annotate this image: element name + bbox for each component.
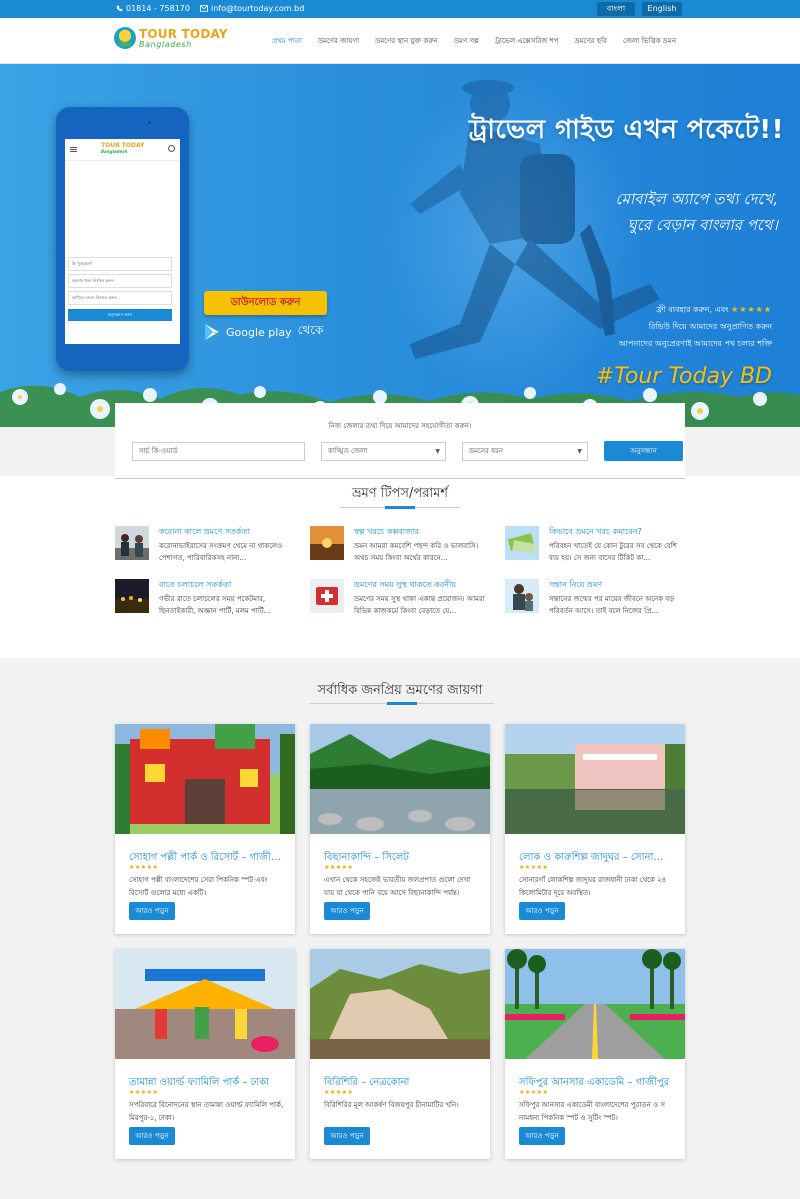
hero-headline: ট্রাভেল গাইড এখন পকেটে!! [468,115,784,145]
read-more-button[interactable]: আরও পড়ুন [324,1127,370,1145]
envelope-icon [199,5,208,12]
nav-menu: প্রথম পাতা ভ্রমণের জায়গা ভ্রমণের স্থান … [272,18,676,64]
main-nav: TOUR TODAY Bangladesh প্রথম পাতা ভ্রমণের… [0,18,800,64]
place-card[interactable]: বিরিশিরি – নেত্রকোনা ★★★★★ বিরিশিরির মূল… [310,949,490,1159]
nav-item-places[interactable]: ভ্রমণের জায়গা [318,35,359,47]
search-panel: নিজ জেলার তথ্য দিয়ে আমাদের সহযোগীতা করু… [115,403,685,476]
nav-item-stories[interactable]: ভ্রমণ গল্প [454,35,479,47]
place-card[interactable]: সোহাগ পল্লী পার্ক ও রিসোর্ট – গাজী… ★★★★… [115,724,295,934]
tip-item[interactable]: স্বল্প খরচে কক্সবাজার ভ্রমন আমরা কমবেশি … [310,526,490,566]
rating-stars: ★★★★★ [324,1089,354,1096]
rating-stars: ★★★★★ [731,305,772,314]
rating-stars: ★★★★★ [129,864,159,871]
google-play-link[interactable]: Google play থেকে [204,322,323,342]
google-play-suffix: থেকে [297,323,324,337]
phone-search-field: কি খুজছেন? [68,257,172,271]
nav-item-photos[interactable]: ভ্রমণের ছবি [575,35,607,47]
phone-type-select: ভ্রমণের ধরন নির্বাচন করুন [68,274,172,288]
lang-english-button[interactable]: English [642,2,682,16]
phone-search-button: অনুসন্ধান করুন [68,309,172,321]
logo-line2: Bangladesh [139,39,192,49]
search-prompt: নিজ জেলার তথ্য দিয়ে আমাদের সহযোগীতা করু… [328,422,472,430]
phone-screen: TOUR TODAY Bangladesh কি খুজছেন? ভ্রমণের… [65,139,180,344]
google-play-icon [205,324,219,340]
rating-stars: ★★★★★ [519,1089,549,1096]
place-image [310,949,490,1059]
nav-item-shop[interactable]: ট্রাভেল এক্সেসরিজ শপ [495,35,559,47]
logo-line1: TOUR TODAY [139,26,228,41]
place-card[interactable]: সফিপুর আনসার একাডেমি – গাজীপুর ★★★★★ সফি… [505,949,685,1159]
email-contact[interactable]: info@tourtoday.com.bd [199,4,305,13]
email-address: info@tourtoday.com.bd [210,4,305,13]
nav-item-home[interactable]: প্রথম পাতা [272,35,302,47]
tip-item[interactable]: সন্তান নিয়ে ভ্রমণ সন্তানের জন্মের পর মা… [505,579,685,619]
read-more-button[interactable]: আরও পড়ুন [129,1127,175,1145]
phone-number: 01814 - 758170 [126,4,190,13]
place-image [505,949,685,1059]
phone-app-logo: TOUR TODAY Bangladesh [101,142,145,155]
read-more-button[interactable]: আরও পড়ুন [129,902,175,920]
tips-title: ভ্রমণ টিপস/পরামর্শ [351,486,448,501]
place-image [310,724,490,834]
place-image [115,949,295,1059]
hero-tagline: ফ্রী ব্যবহার করুন, এবং ★★★★★ রিভিউ দিয়ে… [618,305,772,348]
popular-title: সর্বাধিক জনপ্রিয় ভ্রমণের জায়গা [317,683,483,698]
chevron-down-icon: ▼ [577,448,582,455]
hero-banner: TOUR TODAY Bangladesh কি খুজছেন? ভ্রমণের… [0,64,800,427]
hero-hashtag: #Tour Today BD [595,364,772,389]
place-image [115,724,295,834]
place-image [505,724,685,834]
site-logo[interactable]: TOUR TODAY Bangladesh [114,27,228,49]
rating-stars: ★★★★★ [324,864,354,871]
tip-item[interactable]: কিভাবে ভ্রমনে খরচ কমাবেন? পরিবহন খাতেই য… [505,526,685,566]
place-card[interactable]: তামান্না ওয়ার্ল্ড ফ্যামিলি পার্ক – ঢাকা… [115,949,295,1159]
tip-thumb-family [505,579,539,613]
place-card[interactable]: বিছানাকান্দি – সিলেট ★★★★★ এখান থেকে সহজ… [310,724,490,934]
download-button[interactable]: ডাউনলোড করুন [204,291,327,315]
tip-thumb-sunset [310,526,344,560]
read-more-button[interactable]: আরও পড়ুন [324,902,370,920]
travel-type-select[interactable]: ভ্রমনের ধরন ▼ [462,442,588,461]
phone-icon [116,5,123,12]
tip-item[interactable]: করোনা কালে ভ্রমণে সতর্কতা করোনাভাইরাসের … [115,526,295,566]
tip-thumb-first-aid [310,579,344,613]
tip-thumb-people [115,526,149,560]
search-icon [168,145,175,152]
tips-section: ভ্রমণ টিপস/পরামর্শ করোনা কালে ভ্রমণে সতর… [0,476,800,658]
tip-thumb-money [505,526,539,560]
keyword-input[interactable]: সার্চ কি-ওয়ার্ড [132,442,305,461]
top-bar: 01814 - 758170 info@tourtoday.com.bd বাং… [0,0,800,18]
hamburger-icon [70,147,77,152]
tip-item[interactable]: ভ্রমণের সময় সুস্থ থাকতে করনীয় ভ্রমণের … [310,579,490,619]
read-more-button[interactable]: আরও পড়ুন [519,1127,565,1145]
lang-bangla-button[interactable]: বাংলা [597,2,635,16]
phone-contact[interactable]: 01814 - 758170 [116,4,190,13]
tip-thumb-night [115,579,149,613]
district-select[interactable]: কাঙ্খিত জেলা ▼ [321,442,446,461]
phone-mockup: TOUR TODAY Bangladesh কি খুজছেন? ভ্রমণের… [56,107,189,371]
nav-item-districts[interactable]: জেলা ভিত্তিক ভ্রমন [623,35,676,47]
chevron-down-icon: ▼ [435,448,440,455]
phone-district-select: কাঙ্খিত জেলা নির্বাচন করুন [68,291,172,305]
logo-emblem-icon [114,27,136,49]
read-more-button[interactable]: আরও পড়ুন [519,902,565,920]
hero-subtitle: মোবাইল অ্যাপে তথ্য দেখে, ঘুরে বেড়ান বাং… [615,190,778,234]
google-play-label: Google play [226,325,292,339]
place-card[interactable]: লোক ও কারুশিল্প জাদুঘর – সোনা… ★★★★★ সোন… [505,724,685,934]
nav-item-add-place[interactable]: ভ্রমণের স্থান যুক্ত করুন [375,35,438,47]
contact-info: 01814 - 758170 info@tourtoday.com.bd [116,4,304,13]
rating-stars: ★★★★★ [129,1089,159,1096]
tip-item[interactable]: রাতে চলাচলে সতর্কতা গভীর রাতে চলাচলের সম… [115,579,295,619]
rating-stars: ★★★★★ [519,864,549,871]
search-button[interactable]: অনুসন্ধান [604,441,683,461]
